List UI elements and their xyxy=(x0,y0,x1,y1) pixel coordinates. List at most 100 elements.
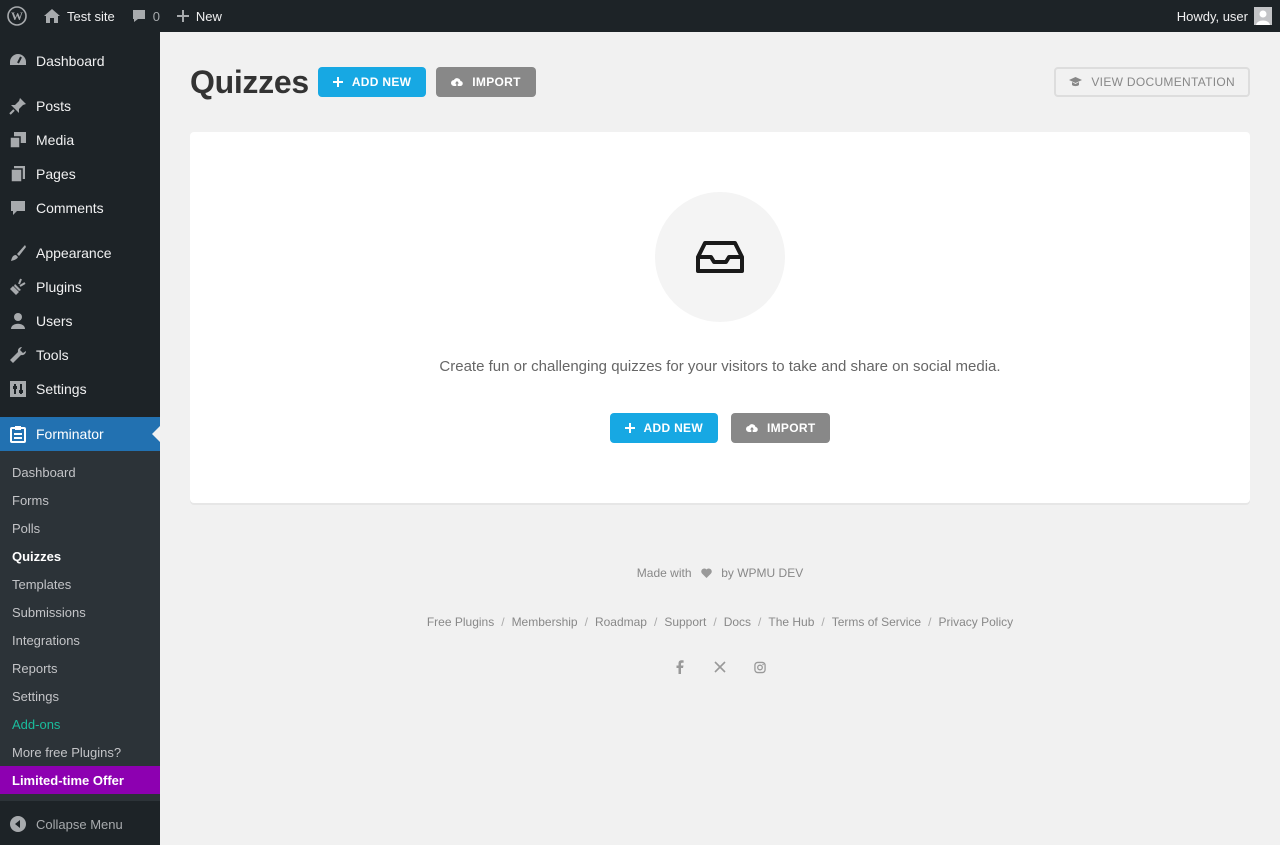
comment-icon xyxy=(131,8,147,24)
menu-comments[interactable]: Comments xyxy=(0,191,160,225)
menu-label: Dashboard xyxy=(36,53,105,69)
wordpress-icon: W xyxy=(7,6,27,26)
menu-posts[interactable]: Posts xyxy=(0,89,160,123)
footer-link-docs[interactable]: Docs xyxy=(724,615,751,629)
menu-label: Media xyxy=(36,132,75,148)
site-name: Test site xyxy=(67,8,115,24)
menu-label: Users xyxy=(36,313,73,329)
pages-icon xyxy=(8,164,28,184)
submenu-dashboard[interactable]: Dashboard xyxy=(0,458,160,486)
footer-link-the-hub[interactable]: The Hub xyxy=(768,615,814,629)
menu-label: Comments xyxy=(36,200,104,216)
submenu-quizzes[interactable]: Quizzes xyxy=(0,542,160,570)
menu-label: Pages xyxy=(36,166,76,182)
comment-icon xyxy=(8,198,28,218)
site-name-link[interactable]: Test site xyxy=(35,0,123,32)
menu-media[interactable]: Media xyxy=(0,123,160,157)
footer-social-links xyxy=(160,660,1280,674)
new-content-link[interactable]: New xyxy=(168,0,230,32)
empty-state-actions: ADD NEW IMPORT xyxy=(190,413,1250,443)
submenu-addons[interactable]: Add-ons xyxy=(0,710,160,738)
menu-users[interactable]: Users xyxy=(0,304,160,338)
submenu-submissions[interactable]: Submissions xyxy=(0,598,160,626)
user-avatar-icon xyxy=(1256,10,1270,25)
graduation-cap-icon xyxy=(1069,77,1083,87)
menu-tools[interactable]: Tools xyxy=(0,338,160,372)
submenu-reports[interactable]: Reports xyxy=(0,654,160,682)
user-icon xyxy=(8,311,28,331)
heart-icon xyxy=(701,567,712,581)
footer-links: Free Plugins / Membership / Roadmap / Su… xyxy=(160,615,1280,629)
collapse-label: Collapse Menu xyxy=(36,816,123,832)
submenu-limited-offer[interactable]: Limited-time Offer xyxy=(0,766,160,794)
instagram-icon[interactable] xyxy=(754,660,766,674)
menu-appearance[interactable]: Appearance xyxy=(0,236,160,270)
footer-link-membership[interactable]: Membership xyxy=(512,615,578,629)
menu-label: Forminator xyxy=(36,426,104,442)
menu-settings[interactable]: Settings xyxy=(0,372,160,406)
submenu-settings[interactable]: Settings xyxy=(0,682,160,710)
plus-icon xyxy=(624,423,635,433)
media-icon xyxy=(8,130,28,150)
comments-link[interactable]: 0 xyxy=(123,0,168,32)
main-content: Quizzes ADD NEW IMPORT VIEW DOCUMENTATIO… xyxy=(160,32,1280,845)
footer-link-privacy[interactable]: Privacy Policy xyxy=(938,615,1013,629)
footer-separator: / xyxy=(928,615,932,629)
collapse-menu-button[interactable]: Collapse Menu xyxy=(0,807,160,841)
footer-link-terms[interactable]: Terms of Service xyxy=(832,615,921,629)
by-wpmudev-text: by WPMU DEV xyxy=(721,566,804,580)
avatar xyxy=(1254,7,1272,25)
empty-state-box: Create fun or challenging quizzes for yo… xyxy=(190,132,1250,503)
menu-plugins[interactable]: Plugins xyxy=(0,270,160,304)
menu-forminator[interactable]: Forminator xyxy=(0,417,160,451)
inbox-icon xyxy=(696,241,744,273)
footer-link-free-plugins[interactable]: Free Plugins xyxy=(427,615,494,629)
wrench-icon xyxy=(8,345,28,365)
empty-state-message: Create fun or challenging quizzes for yo… xyxy=(439,358,1001,375)
footer-separator: / xyxy=(501,615,505,629)
doc-label: VIEW DOCUMENTATION xyxy=(1091,75,1235,89)
add-new-button[interactable]: ADD NEW xyxy=(609,413,718,443)
new-label: New xyxy=(195,8,222,24)
greeting: Howdy, user xyxy=(1176,8,1248,24)
view-documentation-button[interactable]: VIEW DOCUMENTATION xyxy=(1054,67,1250,97)
submenu-forms[interactable]: Forms xyxy=(0,486,160,514)
admin-sidebar: Dashboard Posts Media Pages Comments App… xyxy=(0,32,160,845)
menu-pages[interactable]: Pages xyxy=(0,157,160,191)
submenu-integrations[interactable]: Integrations xyxy=(0,626,160,654)
home-icon xyxy=(43,8,61,24)
x-twitter-icon[interactable] xyxy=(714,660,726,674)
add-new-label: ADD NEW xyxy=(351,75,412,89)
submenu-templates[interactable]: Templates xyxy=(0,570,160,598)
import-button[interactable]: IMPORT xyxy=(730,413,831,443)
add-new-button[interactable]: ADD NEW xyxy=(317,67,427,97)
import-button[interactable]: IMPORT xyxy=(436,67,536,97)
footer-separator: / xyxy=(713,615,717,629)
brush-icon xyxy=(8,243,28,263)
footer-credit: Made with by WPMU DEV xyxy=(160,566,1280,581)
plus-icon xyxy=(332,77,343,87)
add-new-label: ADD NEW xyxy=(643,421,703,435)
footer-separator: / xyxy=(758,615,762,629)
menu-label: Appearance xyxy=(36,245,112,261)
cloud-upload-icon xyxy=(745,423,758,433)
menu-label: Posts xyxy=(36,98,72,114)
footer-link-roadmap[interactable]: Roadmap xyxy=(595,615,647,629)
cloud-upload-icon xyxy=(451,77,464,87)
menu-dashboard[interactable]: Dashboard xyxy=(0,44,160,78)
menu-label: Tools xyxy=(36,347,69,363)
submenu-polls[interactable]: Polls xyxy=(0,514,160,542)
wordpress-logo[interactable]: W xyxy=(0,0,35,32)
plug-icon xyxy=(8,277,28,297)
clipboard-icon xyxy=(8,424,28,444)
forminator-submenu: Dashboard Forms Polls Quizzes Templates … xyxy=(0,451,160,801)
submenu-more-plugins[interactable]: More free Plugins? xyxy=(0,738,160,766)
import-label: IMPORT xyxy=(766,421,816,435)
made-with-text: Made with xyxy=(636,566,692,580)
footer-link-support[interactable]: Support xyxy=(664,615,706,629)
footer-separator: / xyxy=(584,615,588,629)
account-menu[interactable]: Howdy, user xyxy=(1177,7,1280,25)
comments-count: 0 xyxy=(152,8,160,24)
facebook-icon[interactable] xyxy=(674,660,686,674)
pin-icon xyxy=(8,96,28,116)
